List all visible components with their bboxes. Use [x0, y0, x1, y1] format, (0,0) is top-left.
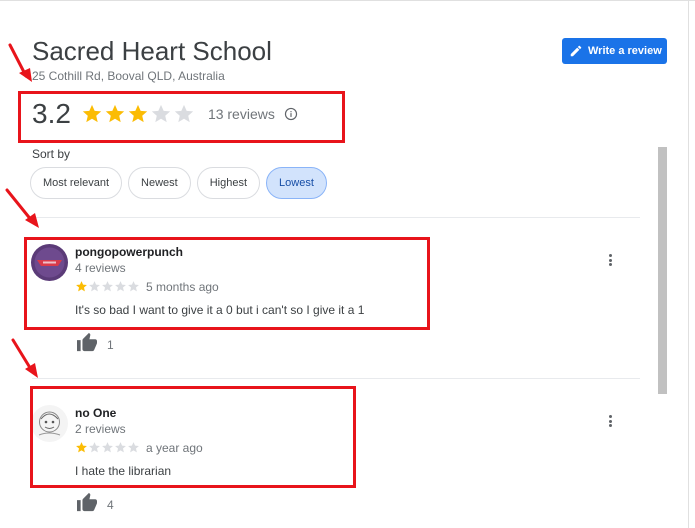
- highlight-box-rating: [18, 91, 345, 143]
- divider: [32, 217, 640, 218]
- like-count: 4: [107, 497, 114, 512]
- top-border: [0, 0, 695, 1]
- sort-chip-highest[interactable]: Highest: [196, 167, 261, 199]
- sort-by-label: Sort by: [32, 147, 71, 161]
- like-button[interactable]: 1: [76, 332, 114, 357]
- like-button[interactable]: 4: [76, 492, 114, 517]
- place-address: 25 Cothill Rd, Booval QLD, Australia: [32, 69, 225, 83]
- more-options-icon[interactable]: [607, 254, 613, 266]
- like-count: 1: [107, 337, 114, 352]
- red-arrow-annotation: [5, 188, 39, 228]
- write-review-label: Write a review: [588, 45, 662, 57]
- red-arrow-annotation: [8, 43, 32, 82]
- more-options-icon[interactable]: [607, 415, 613, 427]
- thumbs-up-icon: [76, 492, 98, 517]
- highlight-box-review-1: [24, 237, 430, 330]
- scrollbar-thumb[interactable]: [658, 147, 667, 394]
- sort-chip-newest[interactable]: Newest: [128, 167, 191, 199]
- sort-chips: Most relevant Newest Highest Lowest: [30, 167, 333, 199]
- red-arrow-annotation: [11, 338, 38, 378]
- thumbs-up-icon: [76, 332, 98, 357]
- write-review-button[interactable]: Write a review: [562, 38, 667, 64]
- right-border: [688, 0, 689, 528]
- sort-chip-lowest[interactable]: Lowest: [266, 167, 327, 199]
- place-title: Sacred Heart School: [32, 36, 272, 66]
- pencil-icon: [569, 44, 583, 58]
- sort-chip-most-relevant[interactable]: Most relevant: [30, 167, 123, 199]
- highlight-box-review-2: [30, 386, 356, 488]
- divider: [32, 378, 640, 379]
